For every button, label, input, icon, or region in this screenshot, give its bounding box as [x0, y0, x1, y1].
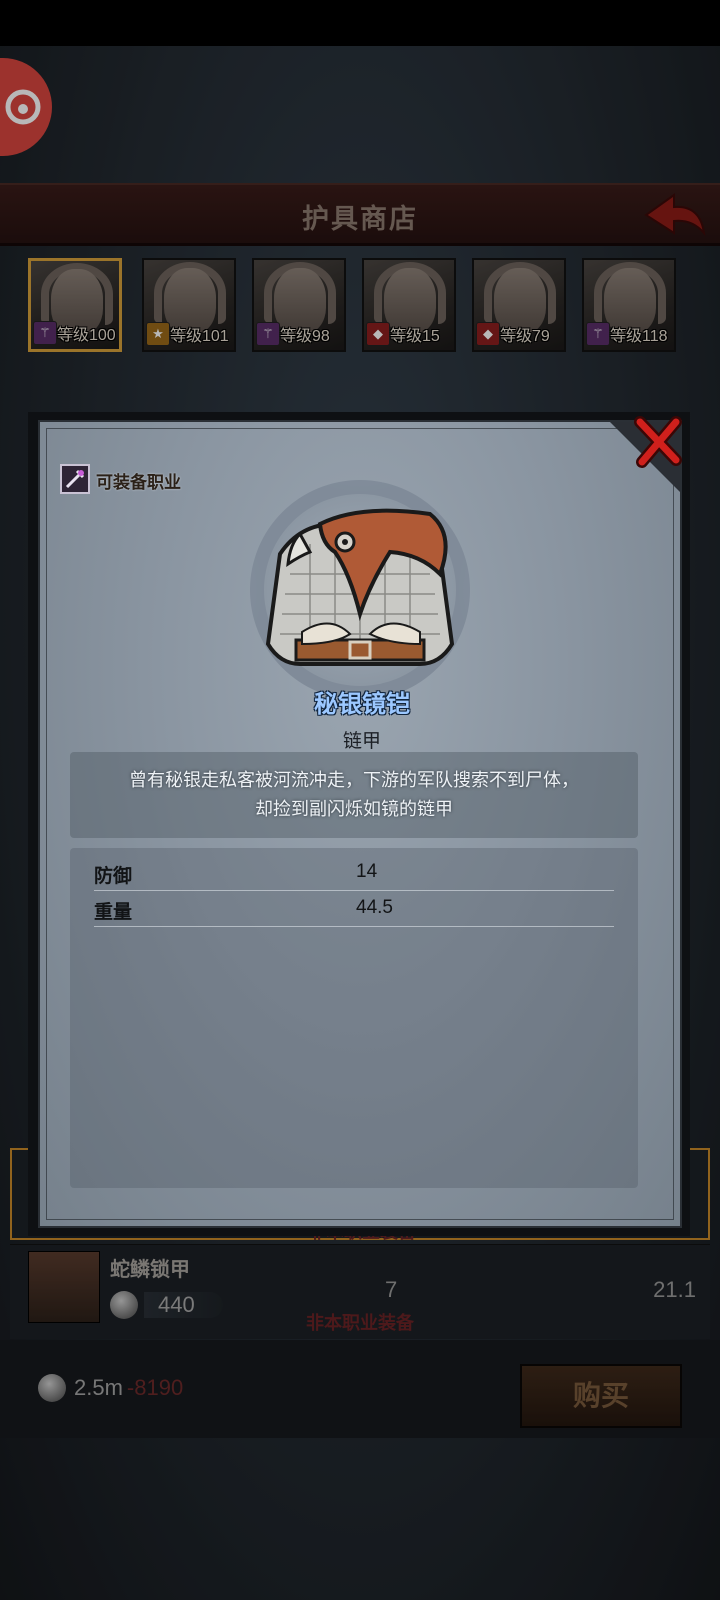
- stat-row-defense: 防御 14: [94, 856, 614, 891]
- stat-value: 14: [356, 861, 378, 882]
- chainmail-armor-image: [265, 508, 455, 666]
- stat-label: 重量: [94, 902, 133, 923]
- item-stats: 防御 14 重量 44.5: [70, 848, 638, 1188]
- class-staff-icon: [60, 464, 90, 494]
- equippable-class-label: 可装备职业: [96, 473, 181, 492]
- description-line: 却捡到副闪烁如镜的链甲: [255, 799, 453, 819]
- item-detail-dialog: 可装备职业 秘银镜铠 链甲 曾有秘银走私客被河流冲走，下游的军队搜索不到尸体， …: [38, 420, 682, 1228]
- description-line: 曾有秘银走私客被河流冲走，下游的军队搜索不到尸体，: [129, 770, 579, 790]
- close-icon[interactable]: [630, 414, 686, 470]
- item-title: 秘银镜铠: [314, 691, 410, 718]
- stat-row-weight: 重量 44.5: [94, 892, 614, 927]
- status-bar: [0, 0, 720, 46]
- item-type: 链甲: [342, 731, 381, 752]
- stat-label: 防御: [94, 866, 133, 887]
- stat-value: 44.5: [356, 897, 393, 918]
- item-description: 曾有秘银走私客被河流冲走，下游的军队搜索不到尸体， 却捡到副闪烁如镜的链甲: [70, 752, 638, 838]
